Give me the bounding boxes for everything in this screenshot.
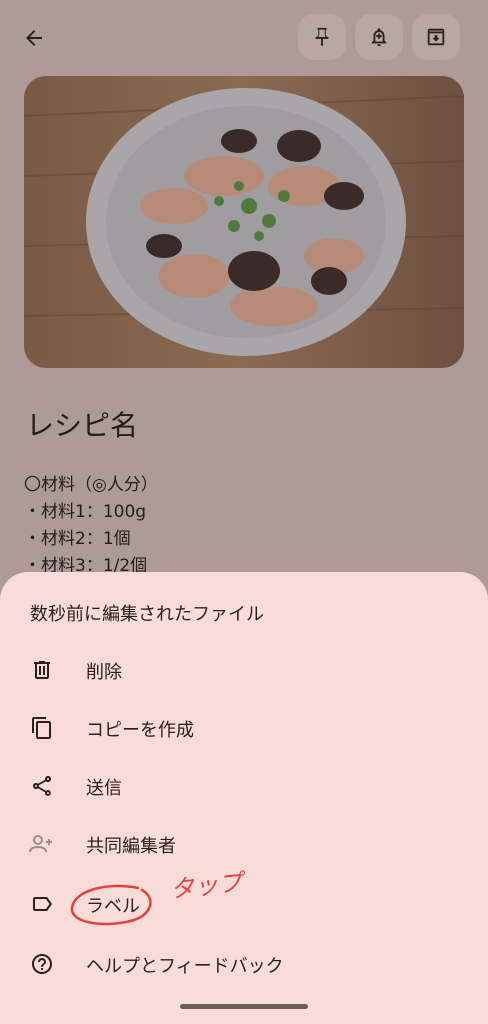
pin-icon (315, 27, 329, 47)
food-dish-image (24, 76, 464, 368)
share-icon (28, 772, 56, 800)
gesture-bar[interactable] (180, 1004, 308, 1009)
note-line: ・材料2：1個 (24, 529, 131, 549)
annotation-text: タップ (168, 868, 244, 904)
recipe-photo[interactable] (24, 76, 464, 368)
help-menu-item[interactable]: ヘルプとフィードバック (0, 938, 488, 990)
archive-button[interactable] (412, 14, 460, 60)
bell-plus-icon (371, 28, 387, 47)
delete-menu-item[interactable]: 削除 (0, 644, 488, 696)
note-line: ・材料1：100g (24, 502, 147, 522)
label-icon (28, 890, 56, 918)
help-icon (28, 950, 56, 978)
sheet-title: 数秒前に編集されたファイル (30, 604, 264, 625)
collaborator-label: 共同編集者 (86, 836, 176, 857)
bottom-sheet: 数秒前に編集されたファイル 削除 コピーを作成 送信 共同編集者 ラベル ヘルプ… (0, 572, 488, 1024)
collaborator-menu-item[interactable]: 共同編集者 (0, 818, 488, 870)
pin-button[interactable] (298, 14, 346, 60)
note-line: 〇材料（◎人分） (24, 475, 158, 495)
help-label: ヘルプとフィードバック (86, 956, 284, 977)
annotation-circle (70, 884, 152, 926)
copy-label: コピーを作成 (86, 720, 194, 741)
top-app-bar (0, 0, 488, 76)
copy-menu-item[interactable]: コピーを作成 (0, 702, 488, 754)
send-menu-item[interactable]: 送信 (0, 760, 488, 812)
send-label: 送信 (86, 778, 122, 799)
delete-label: 削除 (86, 662, 122, 683)
trash-icon (28, 656, 56, 684)
note-title[interactable]: レシピ名 (26, 404, 138, 444)
archive-icon (427, 28, 445, 46)
add-person-icon (28, 830, 56, 858)
back-arrow-icon (26, 30, 42, 46)
back-button[interactable] (14, 18, 54, 58)
note-body[interactable]: 〇材料（◎人分） ・材料1：100g ・材料2：1個 ・材料3：1/2個 (24, 472, 158, 580)
reminder-button[interactable] (355, 14, 403, 60)
copy-icon (28, 714, 56, 742)
